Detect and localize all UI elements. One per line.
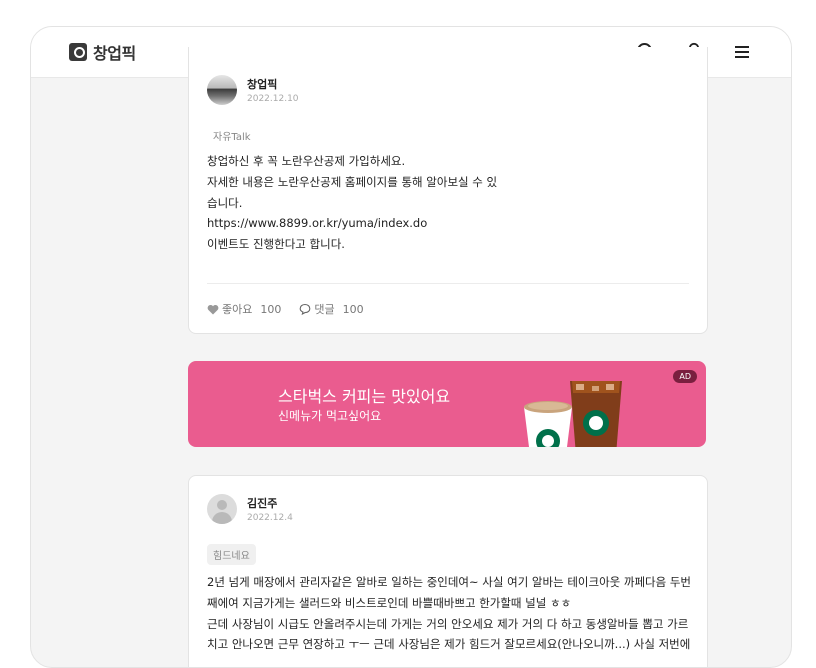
ad-subtitle: 신메뉴가 먹고싶어요 (278, 409, 382, 423)
comment-label[interactable]: 댓글 (314, 301, 334, 317)
post-line: 습니다. (207, 195, 243, 210)
post-line: 창업하신 후 꼭 노란우산공제 가입하세요. (207, 154, 406, 168)
post-body: 2년 넘게 매장에서 관리자같은 알바로 일하는 중인데여~ 사실 여기 알바는… (207, 572, 691, 655)
logo[interactable]: 창업픽 (69, 40, 136, 64)
logo-icon (69, 43, 87, 61)
author-name: 창업픽 (247, 78, 278, 91)
app-frame: 창업픽 창업픽 2022.12.10 자유Talk 창업하신 후 꼭 노란우산공… (30, 26, 792, 668)
heart-icon[interactable] (207, 304, 219, 315)
menu-icon[interactable] (731, 41, 753, 63)
post-line: 째에여 지금가게는 샐러드와 비스트로인데 바쁠때바쁘고 한가할때 널널 ㅎㅎ (207, 595, 572, 610)
comment-icon[interactable] (299, 303, 311, 315)
post-body: 창업하신 후 꼭 노란우산공제 가입하세요. 자세한 내용은 노란우산공제 홈페… (207, 151, 497, 255)
post-card[interactable]: 김진주 2022.12.4 힘드네요 2년 넘게 매장에서 관리자같은 알바로 … (188, 475, 708, 667)
post-date: 2022.12.4 (247, 513, 293, 523)
category-tag[interactable]: 자유Talk (207, 125, 257, 146)
post-stats: 좋아요 100 댓글 100 (207, 301, 364, 317)
comment-count: 100 (342, 302, 364, 316)
hot-coffee-image (524, 401, 572, 447)
like-label[interactable]: 좋아요 (222, 301, 252, 317)
post-line: https://www.8899.or.kr/yuma/index.do (207, 216, 428, 231)
logo-text: 창업픽 (93, 44, 136, 63)
post-author: 창업픽 2022.12.10 (207, 75, 299, 105)
post-line: 치고 안나오면 근무 연장하고 ㅜㅡ 근데 사장님은 제가 힘드거 잘모르세요(… (207, 637, 691, 652)
divider (207, 283, 689, 284)
ad-banner[interactable]: 스타벅스 커피는 맛있어요 신메뉴가 먹고싶어요 AD (188, 361, 706, 447)
author-name: 김진주 (247, 497, 278, 510)
ad-title: 스타벅스 커피는 맛있어요 (278, 387, 451, 406)
post-author: 김진주 2022.12.4 (207, 494, 293, 524)
avatar (207, 75, 237, 105)
post-card[interactable]: 창업픽 2022.12.10 자유Talk 창업하신 후 꼭 노란우산공제 가입… (188, 47, 708, 334)
like-count: 100 (260, 302, 282, 316)
avatar (207, 494, 237, 524)
ad-badge: AD (673, 370, 697, 383)
post-line: 근데 사장님이 시급도 안올려주시는데 가게는 거의 안오세요 제가 거의 다 … (207, 616, 689, 631)
post-line: 2년 넘게 매장에서 관리자같은 알바로 일하는 중인데여~ 사실 여기 알바는… (207, 575, 692, 589)
post-line: 이벤트도 진행한다고 합니다. (207, 237, 345, 252)
post-date: 2022.12.10 (247, 94, 299, 104)
post-line: 자세한 내용은 노란우산공제 홈페이지를 통해 알아보실 수 있 (207, 174, 498, 189)
category-tag[interactable]: 힘드네요 (207, 544, 256, 565)
